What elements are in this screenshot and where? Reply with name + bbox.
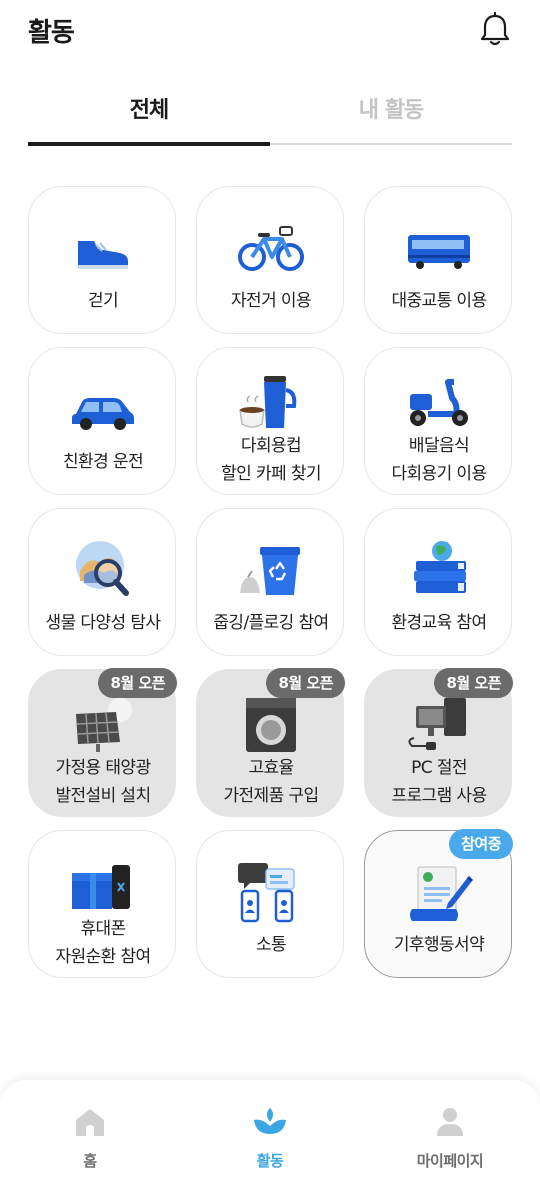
bell-icon[interactable] [478,12,512,48]
activity-label: 줍깅/플로깅 참여 [213,613,329,633]
tab-all[interactable]: 전체 [28,88,270,146]
bicycle-icon [238,226,304,271]
leaf-hands-icon [254,1108,286,1134]
activity-label: 기후행동서약 [393,935,485,955]
activity-card-phone-recycling[interactable]: 휴대폰 자원순환 참여 [28,830,176,978]
activity-label: 휴대폰 [80,919,126,939]
magnifier-globe-icon [76,541,129,596]
activity-card-environment-education[interactable]: 환경교육 참여 [364,508,512,656]
washing-machine-icon [246,698,296,752]
activity-card-plogging[interactable]: 줍깅/플로깅 참여 [196,508,344,656]
activity-card-public-transport[interactable]: 대중교통 이용 [364,186,512,334]
activity-label: 환경교육 참여 [391,613,487,633]
activity-label: PC 절전 [411,758,467,778]
activity-card-solar-panel[interactable]: 8월 오픈 가정용 태양광 발전설비 설치 [28,668,177,817]
phone-box-icon [72,865,130,909]
activity-card-delivery-container[interactable]: 배달음식 다회용기 이용 [364,347,512,495]
nav-label: 홈 [83,1152,97,1170]
computer-icon [408,698,466,750]
pledge-scroll-icon [410,866,474,921]
activity-card-eco-driving[interactable]: 친환경 운전 [28,347,176,495]
activity-card-communication[interactable]: 소통 [196,830,344,978]
page-title: 활동 [28,18,75,48]
nav-label: 활동 [256,1152,284,1170]
activity-label: 가전제품 구입 [223,786,319,806]
activity-grid: 걷기 자전거 이용 대중교통 이용 친환경 운전 다회용컵 할인 카페 찾기 배… [28,186,513,978]
books-globe-icon [414,541,466,593]
activity-label: 배달음식 [408,436,470,456]
activity-card-climate-pledge[interactable]: 참여중 기후행동서약 [364,829,513,978]
activity-label: 할인 카페 찾기 [221,464,321,484]
tab-my-activity[interactable]: 내 활동 [270,88,512,146]
nav-activity[interactable]: 활동 [180,1080,360,1190]
bus-icon [408,235,470,269]
activity-label: 프로그램 사용 [391,786,487,806]
activity-label: 친환경 운전 [62,452,144,472]
person-icon [437,1108,463,1136]
tab-active-indicator [28,142,270,146]
activity-tabs: 전체 내 활동 [28,88,512,148]
nav-label: 마이페이지 [416,1152,484,1170]
nav-mypage[interactable]: 마이페이지 [360,1080,540,1190]
recycle-bin-icon [240,547,300,595]
activity-card-efficient-appliance[interactable]: 8월 오픈 고효율 가전제품 구입 [196,668,345,817]
nav-home[interactable]: 홈 [0,1080,180,1190]
participating-badge: 참여중 [449,829,513,859]
activity-label: 다회용기 이용 [391,464,487,484]
activity-label: 걷기 [87,291,119,311]
shoe-icon [78,241,128,269]
activity-card-pc-power-saving[interactable]: 8월 오픈 PC 절전 프로그램 사용 [364,668,513,817]
activity-label: 대중교통 이용 [391,291,487,311]
solar-panel-icon [76,698,132,752]
activity-screen: 활동 전체 내 활동 걷기 자전거 이용 대중교통 이용 친환경 운전 다회용컵… [0,0,540,1190]
car-icon [72,398,134,430]
activity-card-bicycle[interactable]: 자전거 이용 [196,186,344,334]
activity-label: 다회용컵 [240,436,302,456]
activity-label: 가정용 태양광 [55,758,151,778]
activity-label: 소통 [255,935,287,955]
activity-card-biodiversity[interactable]: 생물 다양성 탐사 [28,508,176,656]
chat-phones-icon [238,863,295,923]
bottom-navigation: 홈 활동 마이페이지 [0,1080,540,1190]
activity-label: 자전거 이용 [230,291,312,311]
scooter-icon [410,379,468,426]
activity-label: 발전설비 설치 [55,786,151,806]
activity-label: 고효율 [248,758,294,778]
activity-card-walking[interactable]: 걷기 [28,186,176,334]
tumbler-icon [239,376,297,428]
activity-card-reusable-cup[interactable]: 다회용컵 할인 카페 찾기 [196,347,344,495]
home-icon [76,1109,104,1136]
activity-label: 생물 다양성 탐사 [45,613,161,633]
activity-label: 자원순환 참여 [55,947,151,967]
header: 활동 [0,0,540,64]
